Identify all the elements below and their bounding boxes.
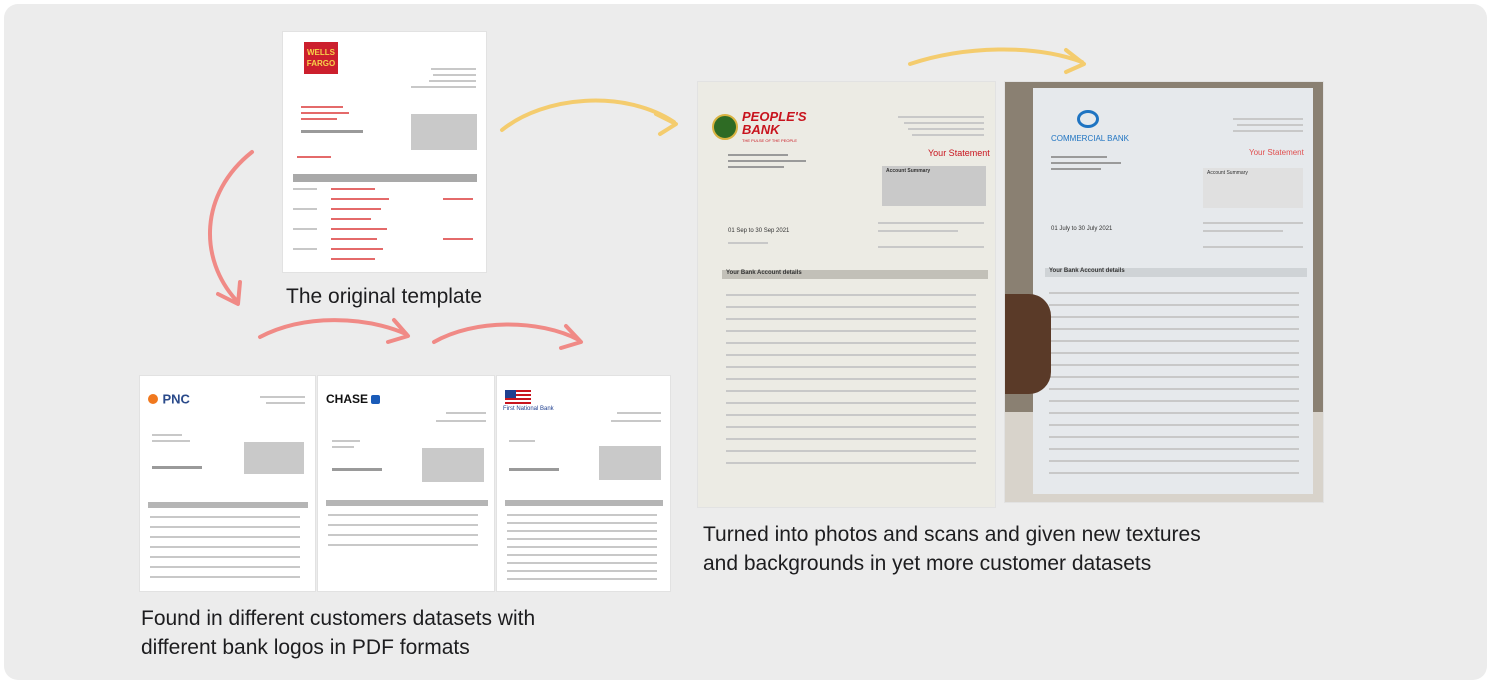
original-template-document: WELLS FARGO (283, 32, 486, 272)
pnc-logo-text: PNC (162, 391, 190, 407)
peoples-statement-period: 01 Sep to 30 Sep 2021 (728, 228, 790, 234)
arrow-original-to-pdfs (208, 150, 254, 302)
chase-logo-text: CHASE (326, 392, 369, 406)
arrow-photo-1-to-2 (908, 47, 1084, 66)
hand-holding-paper (1005, 294, 1051, 394)
pnc-mark-icon (148, 393, 158, 404)
commercial-account-summary-title: Account Summary (1207, 170, 1248, 176)
first-national-statement-document: First National Bank (497, 376, 670, 591)
commercial-statement-title: Your Statement (1249, 148, 1304, 157)
arrow-pdf-2-to-3 (432, 322, 581, 344)
first-national-logo-text: First National Bank (503, 406, 554, 412)
peoples-section-title: Your Bank Account details (726, 270, 802, 276)
arrow-pdf-1-to-2 (258, 318, 408, 339)
commercial-section-title: Your Bank Account details (1049, 268, 1125, 274)
chase-statement-document: CHASE (318, 376, 494, 591)
chase-logo: CHASE (326, 392, 381, 406)
wells-fargo-logo: WELLS FARGO (304, 42, 338, 74)
peoples-account-summary-title: Account Summary (886, 168, 931, 174)
peoples-bank-seal-icon (712, 114, 738, 140)
peoples-account-summary-box: Account Summary (882, 166, 986, 206)
peoples-statement-title: Your Statement (928, 148, 990, 158)
logo-line-1: WELLS (307, 48, 335, 57)
commercial-bank-logo-icon (1077, 110, 1099, 128)
first-national-flag-icon (505, 390, 531, 404)
account-summary-box (411, 114, 477, 150)
caption-found-in-datasets: Found in different customers datasets wi… (141, 607, 536, 659)
arrow-original-to-photos-head (654, 112, 678, 136)
commercial-account-summary-box: Account Summary (1203, 168, 1303, 208)
arrow-original-to-photos (500, 98, 676, 132)
commercial-bank-name: COMMERCIAL BANK (1051, 134, 1129, 143)
peoples-bank-name-line-2: BANK (742, 122, 780, 137)
infographic-panel: WELLS FARGO The original template PNC CH… (4, 4, 1487, 680)
commercial-bank-photo: COMMERCIAL BANK Your Statement Account S… (1005, 82, 1323, 502)
caption-turned-into-photos: Turned into photos and scans and given n… (703, 523, 1201, 575)
peoples-bank-tagline: THE PULSE OF THE PEOPLE (742, 138, 798, 143)
commercial-statement-period: 01 July to 30 July 2021 (1051, 226, 1113, 232)
pnc-statement-document: PNC (140, 376, 315, 591)
pnc-logo: PNC (148, 390, 190, 407)
caption-original-template: The original template (286, 285, 483, 308)
chase-octagon-icon (371, 395, 381, 405)
photographed-statement-paper: COMMERCIAL BANK Your Statement Account S… (1033, 88, 1313, 494)
peoples-bank-name: PEOPLE'S BANK (742, 110, 807, 136)
peoples-bank-scan-document: PEOPLE'S BANK THE PULSE OF THE PEOPLE Yo… (698, 82, 995, 507)
logo-line-2: FARGO (306, 59, 336, 68)
